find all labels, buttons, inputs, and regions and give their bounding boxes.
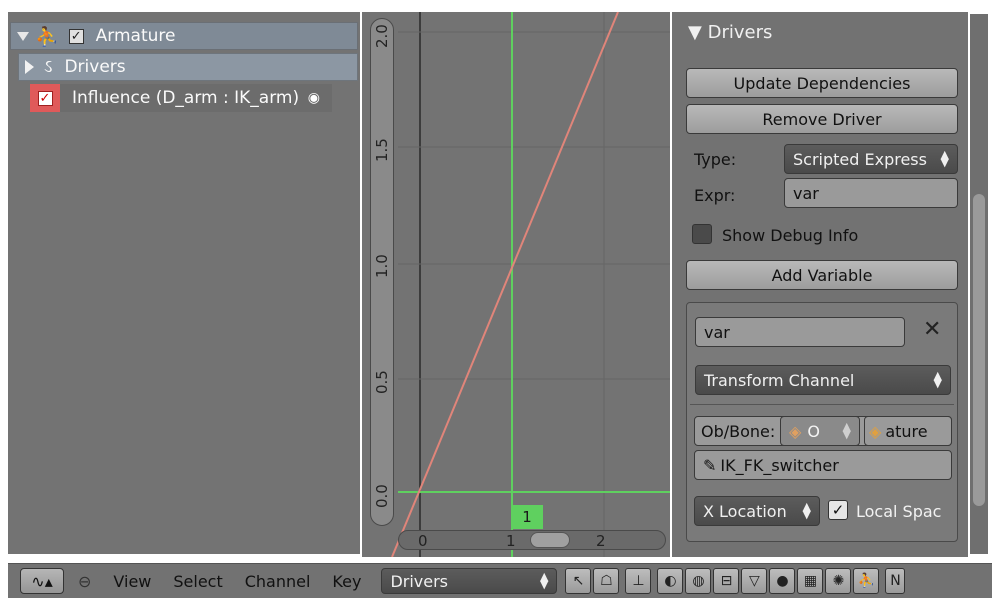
updown-arrows-icon: ▲ ▼: [539, 570, 549, 591]
drivers-label: Drivers: [64, 57, 126, 77]
updown-arrows-icon: ▲ ▼: [933, 369, 942, 390]
armature-field[interactable]: ◈ ature: [864, 416, 952, 446]
y-tick-label: 0.5: [373, 370, 391, 394]
influence-label: Influence (D_arm : IK_arm): [72, 88, 300, 108]
properties-scrollbar[interactable]: [970, 14, 988, 554]
menu-view[interactable]: View: [113, 572, 151, 591]
drivers-icon: ઽ: [44, 57, 53, 77]
drivers-properties-panel: ▼ Drivers Update Dependencies Remove Dri…: [672, 12, 968, 557]
bone-field[interactable]: ✎ IK_FK_switcher: [694, 450, 952, 480]
y-tick-label: 0.0: [373, 484, 391, 508]
armature-field-value: ature: [885, 421, 928, 441]
type-select[interactable]: Scripted Express ▲ ▼: [784, 144, 958, 174]
show-debug-checkbox[interactable]: [692, 224, 712, 244]
type-label: Type:: [694, 150, 737, 169]
variable-name-input[interactable]: var: [695, 317, 905, 347]
local-space-label: Local Spac: [856, 502, 942, 521]
graph-editor[interactable]: 2.0 1.5 1.0 0.5 0.0 0 1 2 1: [362, 12, 670, 557]
truncated-button[interactable]: N: [885, 568, 906, 594]
mode-select[interactable]: Drivers ▲ ▼: [381, 568, 558, 594]
properties-scroll-thumb[interactable]: [973, 194, 985, 506]
object-id-field[interactable]: ◈ O ▲ ▼: [780, 416, 860, 446]
menu-channel[interactable]: Channel: [245, 572, 311, 591]
armature-cube-icon: ◈: [869, 421, 882, 441]
armature-checkbox[interactable]: ✓: [68, 28, 84, 44]
texture-icon[interactable]: ▦: [797, 568, 824, 594]
updown-arrows-icon: ▲ ▼: [842, 420, 851, 441]
node-icon[interactable]: ⊟: [713, 568, 740, 594]
editor-type-button[interactable]: ∿▴: [20, 568, 64, 594]
armature-label: Armature: [95, 26, 176, 46]
x-tick-label: 0: [418, 532, 428, 550]
material-icon[interactable]: ●: [769, 568, 796, 594]
scene-icon[interactable]: ◐: [657, 568, 684, 594]
channel-influence[interactable]: Influence (D_arm : IK_arm) ◉: [30, 84, 332, 112]
y-tick-label: 2.0: [373, 24, 391, 48]
object-cube-icon: ◈: [789, 421, 802, 441]
transform-axes-icon[interactable]: ⊥: [625, 568, 652, 594]
channel-armature[interactable]: ⛹ ✓ Armature: [10, 22, 358, 50]
panel-title[interactable]: ▼ Drivers: [688, 22, 772, 43]
updown-arrows-icon: ▲ ▼: [802, 500, 811, 521]
menu-select[interactable]: Select: [173, 572, 222, 591]
transform-channel-value: X Location: [703, 501, 787, 521]
object-id-value: O: [807, 421, 820, 441]
driver-curve[interactable]: [391, 12, 619, 557]
local-space-checkbox[interactable]: ✓: [828, 500, 848, 520]
expr-label: Expr:: [694, 186, 736, 205]
channel-drivers[interactable]: ઽ Drivers: [18, 53, 358, 81]
show-debug-label: Show Debug Info: [722, 226, 859, 245]
armature-icon: ⛹: [35, 25, 59, 48]
remove-driver-button[interactable]: Remove Driver: [686, 104, 958, 134]
eye-icon[interactable]: ◉: [308, 90, 320, 106]
ob-bone-label: Ob/Bone:: [701, 421, 776, 441]
x-tick-label: 1: [506, 532, 516, 550]
updown-arrows-icon: ▲ ▼: [940, 148, 949, 169]
world-icon[interactable]: ◍: [685, 568, 712, 594]
cursor-icon[interactable]: ↖: [565, 568, 592, 594]
horizontal-scroll-thumb[interactable]: [530, 532, 570, 548]
mode-select-value: Drivers: [390, 571, 449, 591]
divider: [690, 404, 954, 405]
collapse-menu-icon[interactable]: ⊖: [78, 572, 91, 591]
bone-icon: ✎: [703, 455, 717, 475]
influence-checkbox[interactable]: ✓: [30, 84, 60, 112]
variable-type-value: Transform Channel: [704, 370, 855, 390]
x-tick-label: 2: [596, 532, 606, 550]
graph-editor-icon: ∿▴: [31, 571, 53, 591]
ghost-icon[interactable]: ☖: [593, 568, 620, 594]
y-tick-label: 1.0: [373, 254, 391, 278]
y-tick-label: 1.5: [373, 138, 391, 162]
channel-list: ⛹ ✓ Armature ઽ Drivers Influence (D_arm …: [8, 12, 360, 554]
expression-input[interactable]: var: [784, 178, 958, 208]
collapse-triangle-icon[interactable]: [25, 60, 34, 74]
particles-icon[interactable]: ✺: [825, 568, 852, 594]
armature-filter-icon[interactable]: ⛹: [853, 568, 880, 594]
expand-triangle-icon[interactable]: [17, 31, 29, 41]
bone-field-value: IK_FK_switcher: [720, 455, 839, 475]
add-variable-button[interactable]: Add Variable: [686, 260, 958, 290]
menu-key[interactable]: Key: [332, 572, 361, 591]
mesh-icon[interactable]: ▽: [741, 568, 768, 594]
graph-canvas: [391, 12, 670, 557]
current-frame-marker[interactable]: 1: [511, 505, 543, 529]
transform-channel-select[interactable]: X Location ▲ ▼: [694, 496, 820, 526]
update-dependencies-button[interactable]: Update Dependencies: [686, 68, 958, 98]
editor-header: ∿▴ ⊖ View Select Channel Key Drivers ▲ ▼ …: [8, 563, 992, 598]
delete-variable-icon[interactable]: ✕: [923, 317, 941, 342]
variable-type-select[interactable]: Transform Channel ▲ ▼: [695, 365, 951, 395]
panel-title-label: Drivers: [707, 22, 773, 43]
type-select-value: Scripted Express: [793, 149, 927, 169]
